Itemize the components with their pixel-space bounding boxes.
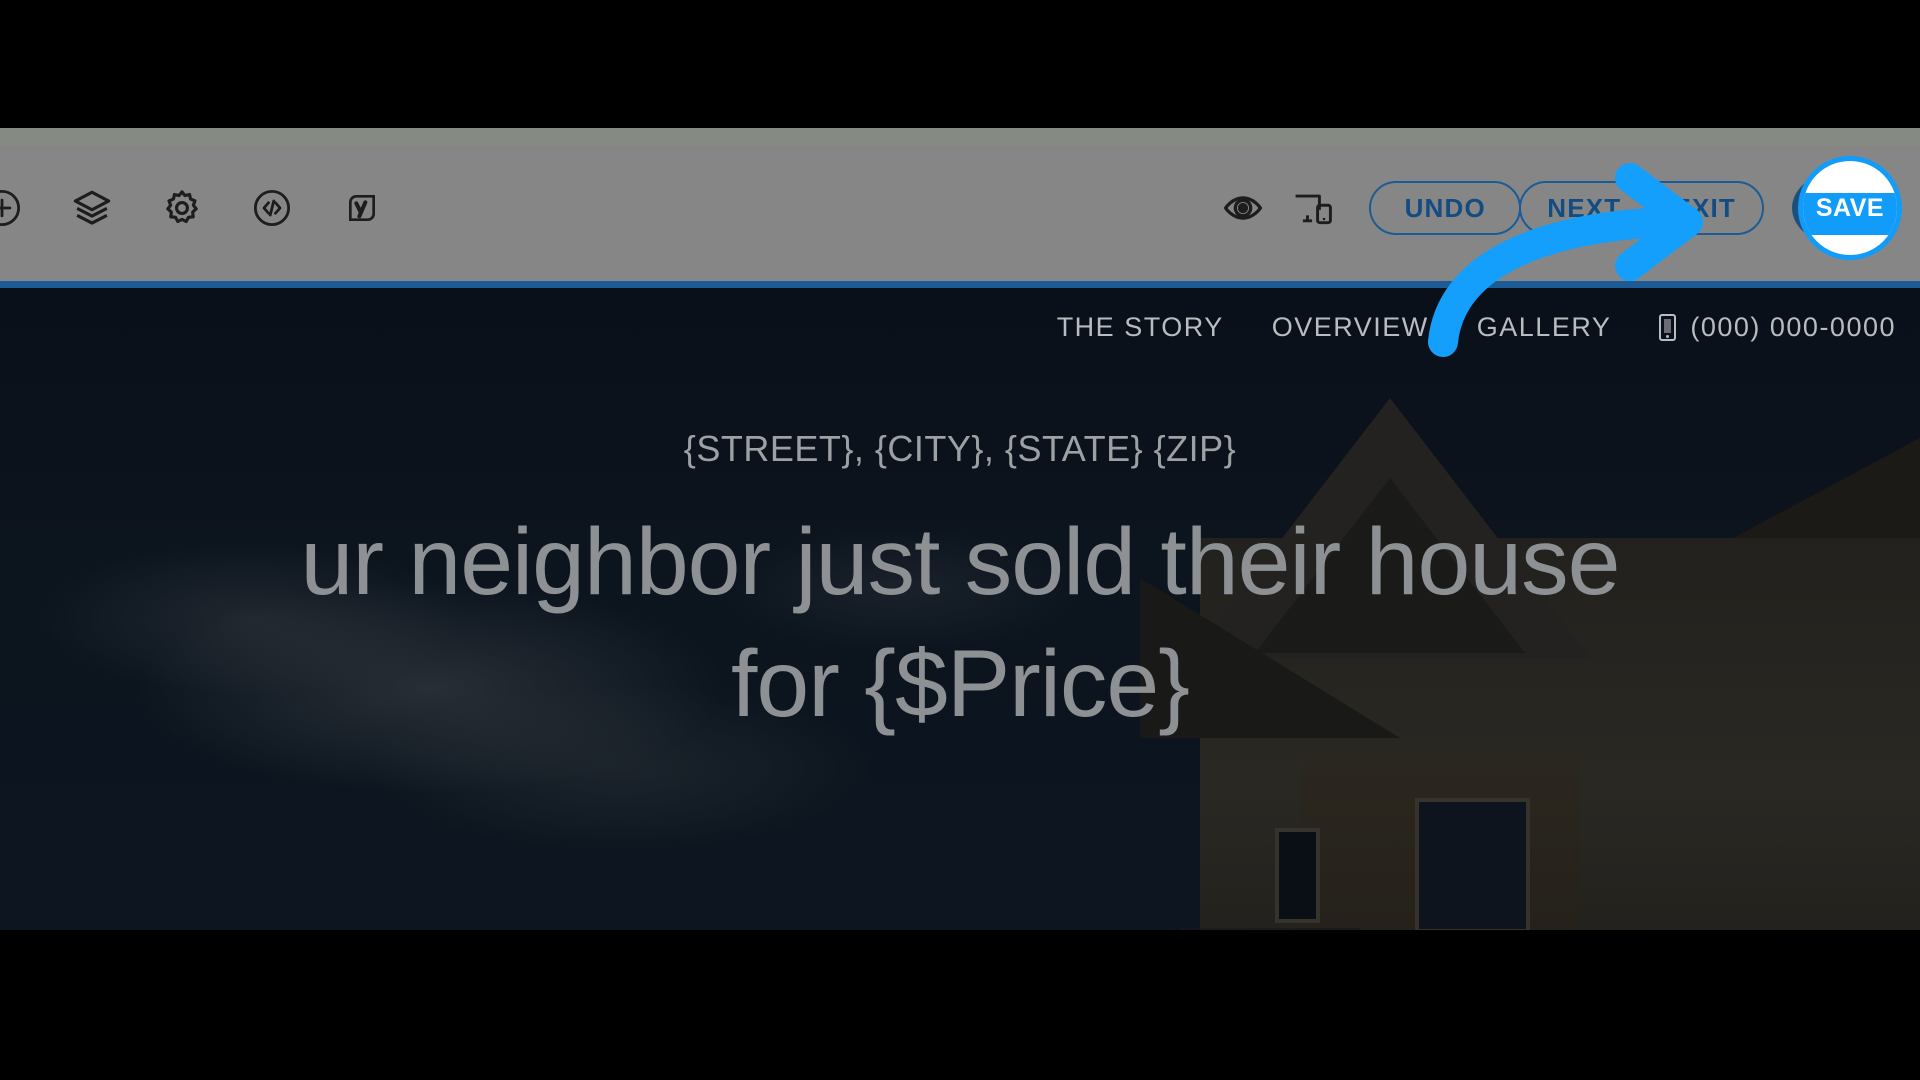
save-button-label: SAVE [1815,193,1885,222]
letterbox-top [0,0,1920,128]
next-exit-button-group: NEXT EXIT [1519,181,1764,235]
code-embed-icon[interactable] [250,186,294,230]
yoast-seo-icon[interactable] [340,186,384,230]
nav-overview[interactable]: OVERVIEW [1272,312,1429,343]
hero-headline-line2: for {$Price} [731,630,1190,737]
site-navigation: THE STORY OVERVIEW GALLERY (000) 000-000… [1057,312,1896,343]
screen: THE STORY OVERVIEW GALLERY (000) 000-000… [0,0,1920,1080]
editor-toolbar: UNDO NEXT EXIT SAVE [0,128,1920,288]
nav-the-story[interactable]: THE STORY [1057,312,1224,343]
layers-icon[interactable] [70,186,114,230]
phone-number-text: (000) 000-0000 [1690,312,1896,342]
settings-gear-icon[interactable] [160,186,204,230]
mobile-phone-icon [1659,314,1677,341]
add-block-icon[interactable] [0,186,24,230]
nav-phone-number[interactable]: (000) 000-0000 [1659,312,1896,343]
hero-address: {STREET}, {CITY}, {STATE} {ZIP} [683,428,1237,469]
toolbar-left-group [0,128,384,288]
hero-headline-line1: ur neighbor just sold their house [300,509,1621,615]
house-window [1275,828,1320,923]
save-button[interactable]: SAVE [1792,156,1902,260]
responsive-devices-icon[interactable] [1291,186,1335,230]
hero-section: {STREET}, {CITY}, {STATE} {ZIP} ur neigh… [0,288,1920,745]
letterbox-bottom [0,930,1920,1080]
toolbar-right-group: UNDO NEXT EXIT SAVE [1221,128,1920,288]
next-button[interactable]: NEXT [1521,181,1647,235]
house-window [1415,798,1530,933]
exit-button[interactable]: EXIT [1647,181,1762,235]
undo-button[interactable]: UNDO [1369,181,1522,235]
preview-eye-icon[interactable] [1221,186,1265,230]
nav-gallery[interactable]: GALLERY [1477,312,1612,343]
website-preview: THE STORY OVERVIEW GALLERY (000) 000-000… [0,288,1920,988]
toolbar-accent-line [0,281,1920,288]
